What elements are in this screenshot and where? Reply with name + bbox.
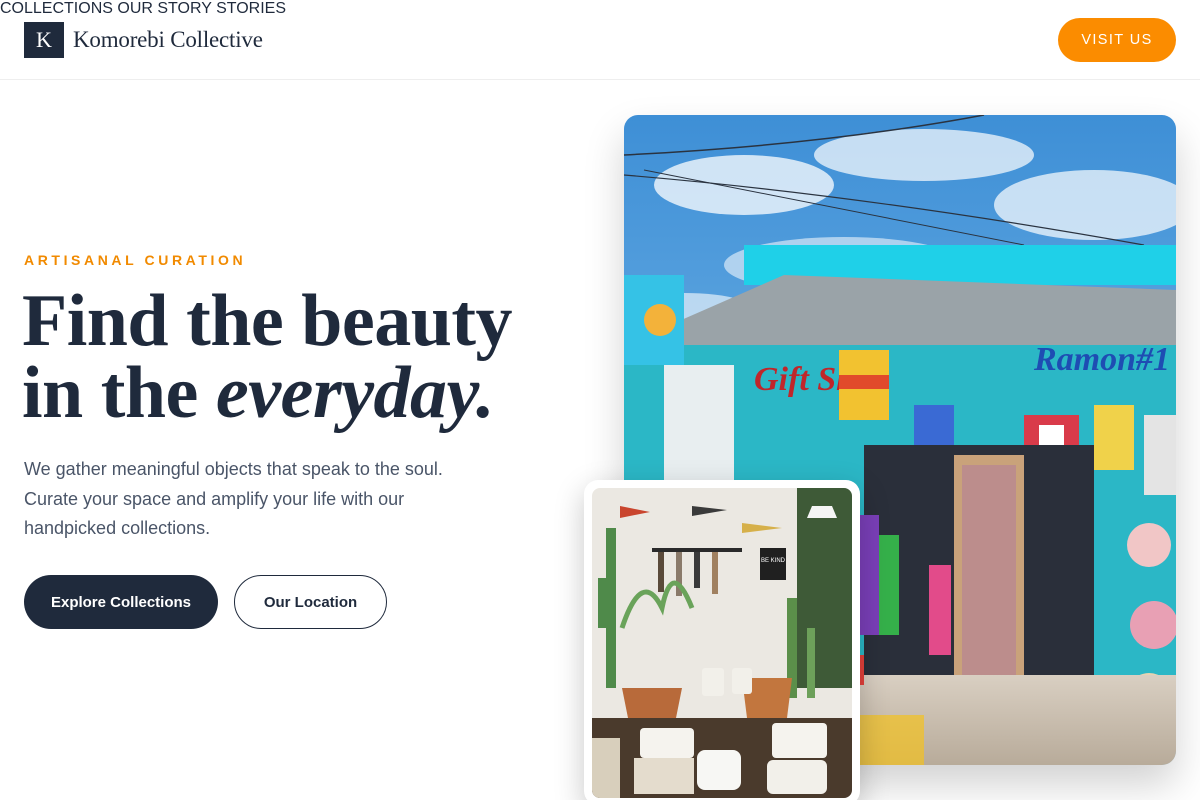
hero-headline: Find the beauty in the everyday.: [22, 284, 513, 430]
hero-photo-inset-frame: BE KIND: [584, 480, 860, 800]
explore-collections-button[interactable]: Explore Collections: [24, 575, 218, 629]
site-header: K Komorebi Collective COLLECTIONS OUR ST…: [0, 0, 1200, 80]
hero-eyebrow: ARTISANAL CURATION: [24, 252, 247, 268]
sign-ramon: Ramon#1: [1033, 341, 1170, 378]
brand-name: Komorebi Collective: [73, 27, 263, 52]
headline-italic: everyday.: [215, 352, 495, 434]
hero-photo-shop-interior: BE KIND: [592, 488, 852, 798]
sign-be-kind: BE KIND: [761, 558, 786, 564]
headline-line-1: Find the beauty: [22, 280, 513, 362]
headline-line-2: in the: [22, 352, 216, 434]
nav-item-collections[interactable]: COLLECTIONS: [0, 0, 113, 17]
nav-item-stories[interactable]: STORIES: [216, 0, 286, 17]
brand-logo[interactable]: K Komorebi Collective: [24, 22, 263, 58]
our-location-button[interactable]: Our Location: [234, 575, 387, 629]
main-nav: COLLECTIONS OUR STORY STORIES: [0, 0, 1200, 18]
visit-us-button[interactable]: VISIT US: [1058, 18, 1176, 62]
nav-item-our-story[interactable]: OUR STORY: [117, 0, 211, 17]
logo-mark: K: [24, 22, 64, 58]
hero-subtext: We gather meaningful objects that speak …: [24, 459, 443, 538]
